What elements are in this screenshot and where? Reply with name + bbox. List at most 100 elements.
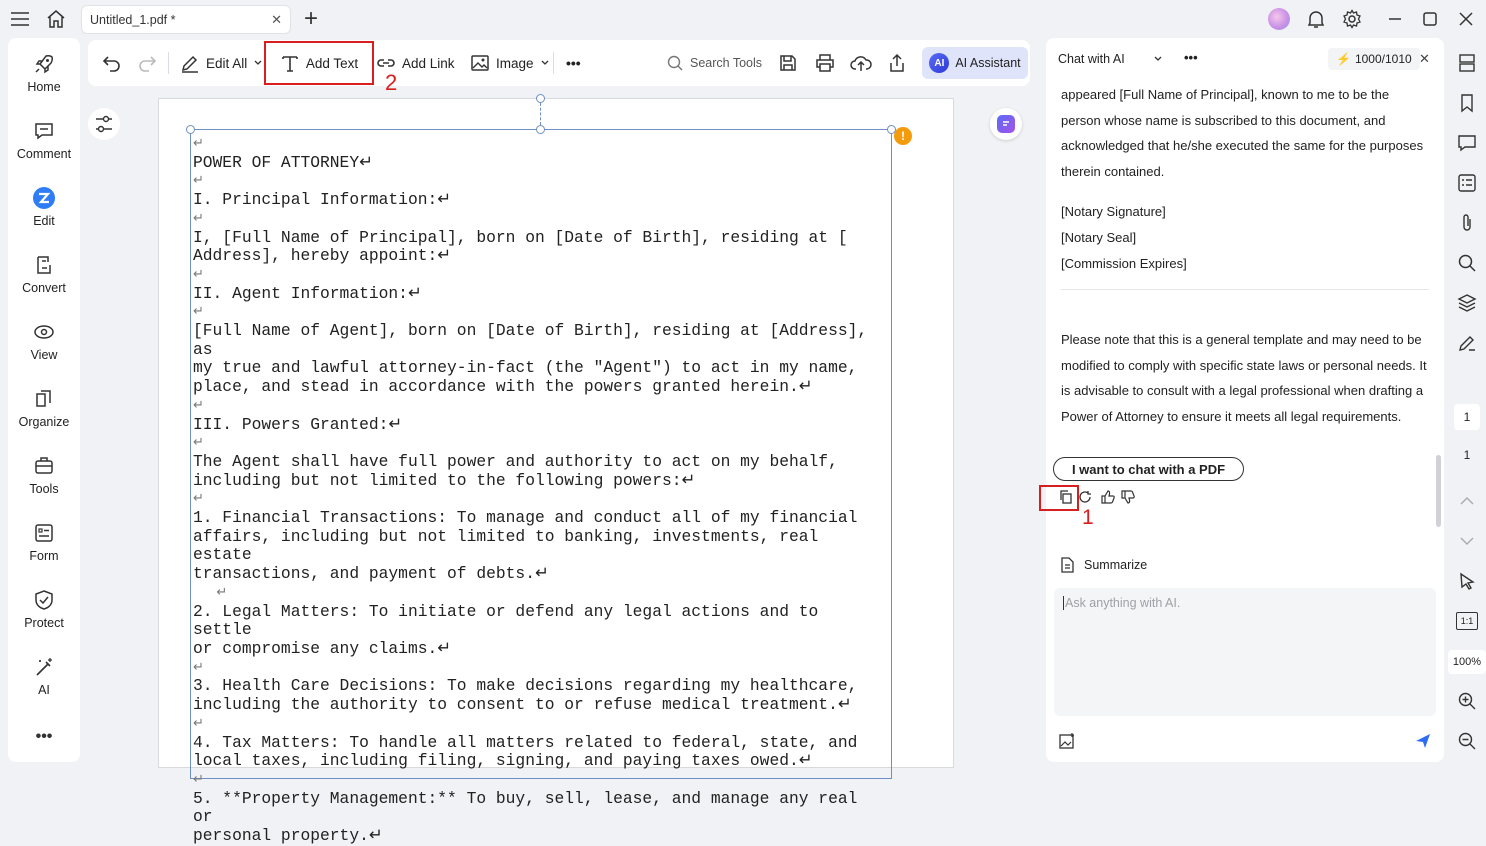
zoom-out-icon[interactable] <box>1454 728 1480 754</box>
bell-icon[interactable] <box>1305 8 1327 30</box>
panel-layout-icon[interactable] <box>1454 50 1480 76</box>
new-tab-icon[interactable]: + <box>300 5 322 32</box>
maximize-icon[interactable] <box>1419 8 1441 30</box>
minimize-icon[interactable] <box>1384 8 1406 30</box>
close-chat-icon[interactable]: ✕ <box>1419 51 1430 67</box>
sidebar-item-comment[interactable]: Comment <box>8 119 80 179</box>
select-cursor-icon[interactable] <box>1454 568 1480 594</box>
chat-with-pdf-chip[interactable]: I want to chat with a PDF <box>1053 457 1244 481</box>
form-fields-icon[interactable] <box>1454 170 1480 196</box>
document-line: including the authority to consent to or… <box>193 695 852 715</box>
rotate-handle[interactable] <box>536 94 545 103</box>
add-text-button[interactable]: Add Text <box>264 41 374 85</box>
actual-size-icon[interactable]: 1:1 <box>1456 612 1478 630</box>
avatar[interactable] <box>1268 8 1290 30</box>
prev-page-icon[interactable] <box>1454 488 1480 514</box>
document-line: [Full Name of Agent], born on [Date of B… <box>193 321 877 359</box>
search-tools-input[interactable]: Search Tools <box>666 40 762 86</box>
zoom-in-icon[interactable] <box>1454 688 1480 714</box>
resize-handle[interactable] <box>186 125 195 134</box>
image-upload-icon[interactable] <box>1058 732 1076 750</box>
layers-icon[interactable] <box>1454 290 1480 316</box>
signature-icon[interactable] <box>1454 330 1480 356</box>
comment-list-icon[interactable] <box>1454 130 1480 156</box>
sidebar-item-edit[interactable]: Edit <box>8 186 80 246</box>
document-line: personal property.↵ <box>193 826 383 846</box>
send-icon[interactable] <box>1414 732 1432 750</box>
gear-icon[interactable] <box>1341 8 1363 30</box>
save-icon[interactable] <box>778 40 798 86</box>
undo-icon[interactable] <box>102 40 122 86</box>
sidebar-item-convert[interactable]: Convert <box>8 253 80 313</box>
edit-all-dropdown[interactable]: Edit All <box>180 40 263 86</box>
sidebar-item-tools[interactable]: Tools <box>8 454 80 514</box>
close-window-icon[interactable] <box>1455 8 1477 30</box>
edit-all-label: Edit All <box>206 55 248 71</box>
document-line: 2. Legal Matters: To initiate or defend … <box>193 601 829 640</box>
home-icon[interactable] <box>45 8 67 30</box>
sidebar-item-organize[interactable]: Organize <box>8 387 80 447</box>
document-line: ↵ <box>193 435 204 451</box>
toolbar-more-icon[interactable]: ••• <box>566 40 581 86</box>
sidebar-item-home[interactable]: Home <box>8 52 80 112</box>
attachment-icon[interactable] <box>1454 210 1480 236</box>
ai-float-button[interactable] <box>990 108 1022 140</box>
resize-handle[interactable] <box>536 125 545 134</box>
document-tab[interactable]: Untitled_1.pdf * ✕ <box>81 5 291 34</box>
print-icon[interactable] <box>815 40 835 86</box>
tools-icon <box>32 454 56 478</box>
summarize-label: Summarize <box>1084 558 1148 572</box>
chat-paragraph: Please note that this is a general templ… <box>1061 332 1427 424</box>
ai-float-icon <box>997 115 1015 133</box>
add-link-label: Add Link <box>402 55 455 71</box>
chat-mode-dropdown[interactable]: Chat with AI <box>1058 52 1163 66</box>
page-number-input[interactable]: 1 <box>1454 404 1480 430</box>
document-line: 4. Tax Matters: To handle all matters re… <box>193 732 858 752</box>
chat-input-placeholder: Ask anything with AI. <box>1063 596 1181 610</box>
sidebar-item-label: Comment <box>16 147 72 161</box>
search-icon[interactable] <box>1454 250 1480 276</box>
document-text[interactable]: ↵ POWER OF ATTORNEY↵ ↵ I. Principal Informa… <box>193 135 883 846</box>
document-line: I, [Full Name of Principal], born on [Da… <box>193 227 848 247</box>
sliders-icon[interactable] <box>88 108 120 140</box>
sidebar-item-ai[interactable]: AI <box>8 655 80 715</box>
sidebar-more-icon[interactable]: ••• <box>8 728 80 752</box>
image-icon <box>470 53 490 73</box>
bookmark-icon[interactable] <box>1454 90 1480 116</box>
chat-scrollbar[interactable] <box>1436 455 1441 527</box>
lightning-icon: ⚡ <box>1336 52 1351 66</box>
sidebar-item-label: Convert <box>22 281 66 295</box>
document-line: The Agent shall have full power and auth… <box>193 451 838 471</box>
ai-assistant-icon: AI <box>929 53 950 73</box>
ai-wand-icon <box>32 655 56 679</box>
chat-input[interactable]: Ask anything with AI. <box>1054 588 1436 716</box>
thumbs-up-icon[interactable] <box>1100 489 1116 505</box>
sidebar-item-protect[interactable]: Protect <box>8 588 80 648</box>
toolbar-divider <box>553 52 554 74</box>
copy-icon[interactable] <box>1058 489 1074 505</box>
shield-icon <box>32 588 56 612</box>
document-line: 5. **Property Management:** To buy, sell… <box>193 788 868 827</box>
chat-mode-label: Chat with AI <box>1058 52 1125 66</box>
summarize-button[interactable]: Summarize <box>1058 556 1147 574</box>
sidebar-item-view[interactable]: View <box>8 320 80 380</box>
warning-icon[interactable]: ! <box>894 127 912 145</box>
share-icon[interactable] <box>887 40 907 86</box>
cloud-upload-icon[interactable] <box>850 40 872 86</box>
ai-assistant-button[interactable]: AI AI Assistant <box>922 47 1028 79</box>
search-icon <box>666 54 684 72</box>
close-tab-icon[interactable]: ✕ <box>271 12 282 28</box>
zoom-level[interactable]: 100% <box>1448 650 1486 674</box>
sidebar-item-label: Edit <box>33 214 55 228</box>
next-page-icon[interactable] <box>1454 528 1480 554</box>
image-dropdown[interactable]: Image <box>470 40 550 86</box>
pdf-page: ↵ POWER OF ATTORNEY↵ ↵ I. Principal Informa… <box>158 94 954 845</box>
regenerate-icon[interactable] <box>1078 490 1092 504</box>
chat-more-icon[interactable]: ••• <box>1184 50 1198 65</box>
document-line: transactions, and payment of debts.↵ <box>193 564 549 584</box>
redo-icon[interactable] <box>137 40 157 86</box>
thumbs-down-icon[interactable] <box>1120 489 1136 505</box>
sidebar-item-form[interactable]: Form <box>8 521 80 581</box>
menu-icon[interactable] <box>9 8 31 30</box>
add-link-button[interactable]: Add Link <box>376 40 455 86</box>
